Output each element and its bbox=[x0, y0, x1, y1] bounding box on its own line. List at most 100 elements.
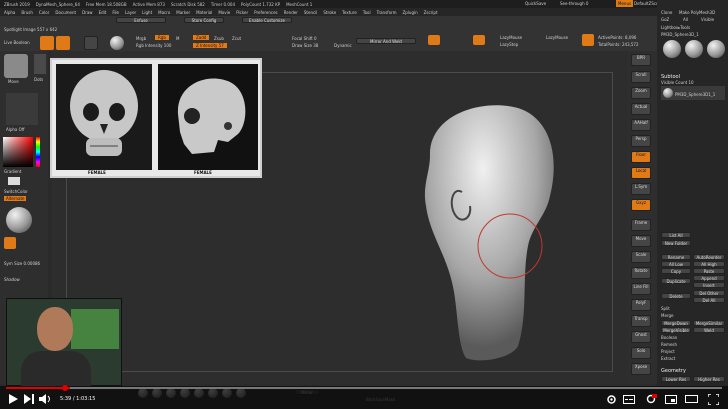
material-sphere-icon[interactable] bbox=[110, 36, 124, 50]
poly-frame-icon[interactable] bbox=[582, 34, 594, 46]
lazystep-slider[interactable]: LazyStep bbox=[500, 42, 518, 47]
menu-alpha[interactable]: Alpha bbox=[4, 10, 15, 15]
brush-thumbnail[interactable] bbox=[4, 54, 28, 78]
geometry-header[interactable]: Geometry bbox=[661, 368, 686, 374]
menu-zplugin[interactable]: Zplugin bbox=[403, 10, 418, 15]
menu-stroke[interactable]: Stroke bbox=[323, 10, 336, 15]
paste-button[interactable]: Paste bbox=[693, 268, 725, 274]
menus-button[interactable]: Menus bbox=[616, 0, 634, 7]
sym-x-icon[interactable] bbox=[428, 35, 440, 45]
zoom-button[interactable]: Zoom bbox=[631, 87, 651, 99]
menu-marker[interactable]: Marker bbox=[176, 10, 190, 15]
light-icon[interactable] bbox=[4, 237, 16, 249]
delete-button[interactable]: Delete bbox=[661, 293, 691, 299]
menu-zscript[interactable]: Zscript bbox=[424, 10, 438, 15]
progress-scrubber[interactable] bbox=[62, 385, 68, 391]
menu-layer[interactable]: Layer bbox=[125, 10, 136, 15]
all-high-button[interactable]: All High bbox=[693, 261, 725, 267]
see-through-slider[interactable]: See-through 0 bbox=[560, 1, 588, 6]
merge-similar-button[interactable]: MergeSimilar bbox=[693, 320, 725, 326]
copy-button[interactable]: Copy bbox=[661, 268, 691, 274]
local-button[interactable]: Local bbox=[631, 167, 651, 179]
hd-settings-icon[interactable] bbox=[642, 390, 660, 408]
progress-bar[interactable] bbox=[6, 387, 722, 389]
rgb-intensity-slider[interactable]: Rgb Intensity 100 bbox=[136, 43, 171, 48]
project-header[interactable]: Project bbox=[661, 349, 675, 354]
draw-mode-icon[interactable] bbox=[56, 36, 70, 50]
extract-header[interactable]: Extract bbox=[661, 356, 675, 361]
symmetry-slider[interactable]: Sym Size 0.00086 bbox=[4, 261, 40, 266]
menu-color[interactable]: Color bbox=[39, 10, 49, 15]
polyf-button[interactable]: PolyF bbox=[631, 299, 651, 311]
main-color-swatch[interactable] bbox=[8, 177, 20, 185]
lightbox-tools-button[interactable]: Lightbox▸Tools bbox=[661, 25, 690, 30]
remesh-header[interactable]: Remesh bbox=[661, 342, 677, 347]
move-view-button[interactable]: Move bbox=[631, 235, 651, 247]
visible-button[interactable]: Visible bbox=[701, 17, 714, 22]
xpose-button[interactable]: Xpose bbox=[631, 363, 651, 375]
ghost-button[interactable]: Ghost bbox=[631, 331, 651, 343]
sculpt-model[interactable] bbox=[400, 96, 580, 366]
enable-customize-button[interactable]: Enable Customize bbox=[242, 17, 292, 23]
mirror-weld-button[interactable]: Mirror And Weld bbox=[356, 38, 416, 44]
split-header[interactable]: Split bbox=[661, 306, 670, 311]
menu-document[interactable]: Document bbox=[55, 10, 76, 15]
menu-brush[interactable]: Brush bbox=[21, 10, 33, 15]
menu-tool[interactable]: Tool bbox=[363, 10, 371, 15]
zsub-button[interactable]: Zsub bbox=[214, 36, 224, 41]
tool-thumbnail-cylinder[interactable] bbox=[685, 40, 703, 58]
solo-button[interactable]: Enfuse bbox=[116, 17, 166, 23]
aahalf-button[interactable]: AAHalf bbox=[631, 119, 651, 131]
transp-button[interactable]: Transp bbox=[631, 315, 651, 327]
menu-preferences[interactable]: Preferences bbox=[254, 10, 278, 15]
append-button[interactable]: Append bbox=[693, 275, 725, 281]
floor-button[interactable]: Floor bbox=[631, 151, 651, 163]
z-intensity-slider[interactable]: Z Intensity 57 bbox=[193, 43, 227, 48]
dynamic-button[interactable]: Dynamic bbox=[334, 43, 352, 48]
menu-file[interactable]: File bbox=[112, 10, 119, 15]
menu-edit[interactable]: Edit bbox=[99, 10, 107, 15]
bpr-button[interactable]: BPR bbox=[631, 54, 651, 66]
rename-button[interactable]: Rename bbox=[661, 254, 691, 260]
switch-color-button[interactable]: SwitchColor bbox=[4, 189, 28, 194]
focal-shift-slider[interactable]: Focal Shift 0 bbox=[292, 36, 317, 41]
new-folder-button[interactable]: New Folder bbox=[661, 240, 691, 246]
menu-render[interactable]: Render bbox=[284, 10, 298, 15]
merge-header[interactable]: Merge bbox=[661, 313, 674, 318]
lazymouse-toggle[interactable]: LazyMouse bbox=[546, 35, 568, 40]
gxyz-button[interactable]: Gxyz bbox=[631, 199, 651, 211]
duplicate-button[interactable]: Duplicate bbox=[661, 278, 691, 284]
menu-transform[interactable]: Transform bbox=[377, 10, 397, 15]
hue-strip[interactable] bbox=[36, 137, 40, 167]
menu-macro[interactable]: Macro bbox=[158, 10, 170, 15]
goz-button[interactable]: GoZ bbox=[661, 17, 669, 22]
all-low-button[interactable]: All Low bbox=[661, 261, 691, 267]
menu-movie[interactable]: Movie bbox=[218, 10, 230, 15]
zcut-button[interactable]: Zcut bbox=[232, 36, 241, 41]
clone-button[interactable]: Clone bbox=[661, 10, 672, 15]
del-other-button[interactable]: Del Other bbox=[693, 290, 725, 296]
m-button[interactable]: M bbox=[176, 36, 179, 41]
alpha-thumbnail[interactable] bbox=[6, 93, 38, 125]
list-all-button[interactable]: List All bbox=[661, 232, 691, 238]
spotlight-reference-image[interactable]: FEMALE FEMALE bbox=[50, 58, 262, 178]
subtitles-icon[interactable] bbox=[620, 390, 638, 408]
quicksave-button[interactable]: QuickSave bbox=[525, 1, 546, 6]
scroll-button[interactable]: Scroll bbox=[631, 71, 651, 83]
rotate-view-button[interactable]: Rotate bbox=[631, 267, 651, 279]
rgb-button[interactable]: Rgb bbox=[155, 35, 169, 40]
live-boolean-button[interactable]: Live Boolean bbox=[4, 40, 30, 45]
merge-visible-button[interactable]: MergeVisible bbox=[661, 327, 691, 333]
line-fill-button[interactable]: Line Fill bbox=[631, 283, 651, 295]
solo-view-button[interactable]: Solo bbox=[631, 347, 651, 359]
draw-size-slider[interactable]: Draw Size 38 bbox=[292, 43, 318, 48]
color-picker[interactable] bbox=[3, 137, 33, 167]
lsym-button[interactable]: L.Sym bbox=[631, 183, 651, 195]
zadd-button[interactable]: Zadd bbox=[193, 35, 210, 40]
menu-material[interactable]: Material bbox=[196, 10, 212, 15]
auto-reorder-button[interactable]: AutoReorder bbox=[693, 254, 725, 260]
lower-res-button[interactable]: Lower Res bbox=[661, 376, 691, 382]
alternate-button[interactable]: Alternate bbox=[4, 196, 27, 201]
store-config-button[interactable]: Store Config bbox=[184, 17, 224, 23]
subtool-item[interactable]: PM3D_Sphere3D1_1 bbox=[661, 86, 725, 100]
